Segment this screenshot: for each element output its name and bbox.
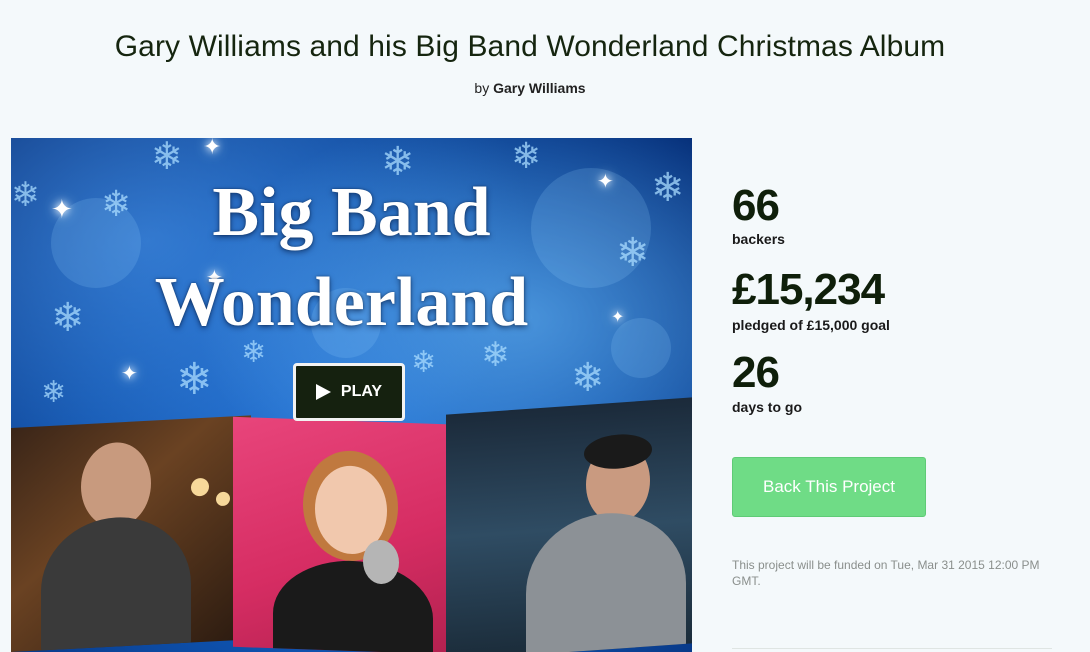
project-page: Gary Williams and his Big Band Wonderlan… bbox=[0, 0, 1090, 652]
person-body bbox=[273, 558, 433, 652]
backers-label: backers bbox=[732, 231, 785, 247]
byline: by Gary Williams bbox=[0, 80, 1060, 96]
photo-panel-right bbox=[446, 397, 692, 652]
photo-panel-center bbox=[233, 416, 473, 652]
funding-note: This project will be funded on Tue, Mar … bbox=[732, 558, 1040, 588]
video-title-line1: Big Band bbox=[212, 174, 491, 251]
sparkle-icon: ✦ bbox=[203, 138, 222, 159]
project-video[interactable]: ❄ ❄ ❄ ❄ ❄ ❄ ❄ ❄ ❄ ❄ ❄ ❄ ❄ ❄ ✦ ✦ ✦ ✦ ✦ ✦ … bbox=[11, 138, 692, 652]
snowflake-icon: ❄ bbox=[151, 138, 183, 178]
light-bokeh bbox=[191, 477, 209, 497]
days-label: days to go bbox=[732, 399, 803, 415]
snowflake-icon: ❄ bbox=[176, 355, 213, 404]
byline-prefix: by bbox=[474, 80, 490, 96]
backers-count: 66 bbox=[732, 181, 780, 230]
microphone bbox=[363, 539, 399, 585]
divider bbox=[732, 648, 1052, 649]
back-project-button[interactable]: Back This Project bbox=[732, 457, 926, 517]
person-body bbox=[526, 507, 686, 652]
project-title: Gary Williams and his Big Band Wonderlan… bbox=[114, 30, 946, 63]
snowflake-icon: ❄ bbox=[571, 356, 605, 400]
days-remaining: 26 bbox=[732, 348, 780, 397]
snowflake-icon: ❄ bbox=[241, 336, 267, 369]
person-body bbox=[41, 513, 191, 652]
play-label: PLAY bbox=[340, 383, 383, 400]
snowflake-icon: ❄ bbox=[41, 376, 67, 409]
video-title-line2: Wonderland bbox=[154, 264, 529, 341]
photo-panel-left bbox=[11, 415, 251, 652]
snowflake-icon: ❄ bbox=[411, 346, 437, 379]
play-icon bbox=[315, 384, 331, 400]
play-button[interactable]: PLAY bbox=[293, 363, 405, 421]
creator-link[interactable]: Gary Williams bbox=[493, 80, 585, 96]
sparkle-icon: ✦ bbox=[121, 363, 138, 385]
pledged-label: pledged of £15,000 goal bbox=[732, 317, 890, 333]
pledged-amount: £15,234 bbox=[732, 265, 885, 314]
snowflake-icon: ❄ bbox=[511, 138, 542, 176]
light-bokeh bbox=[216, 491, 230, 507]
snowflake-icon: ❄ bbox=[481, 336, 510, 374]
person-head bbox=[81, 440, 151, 530]
